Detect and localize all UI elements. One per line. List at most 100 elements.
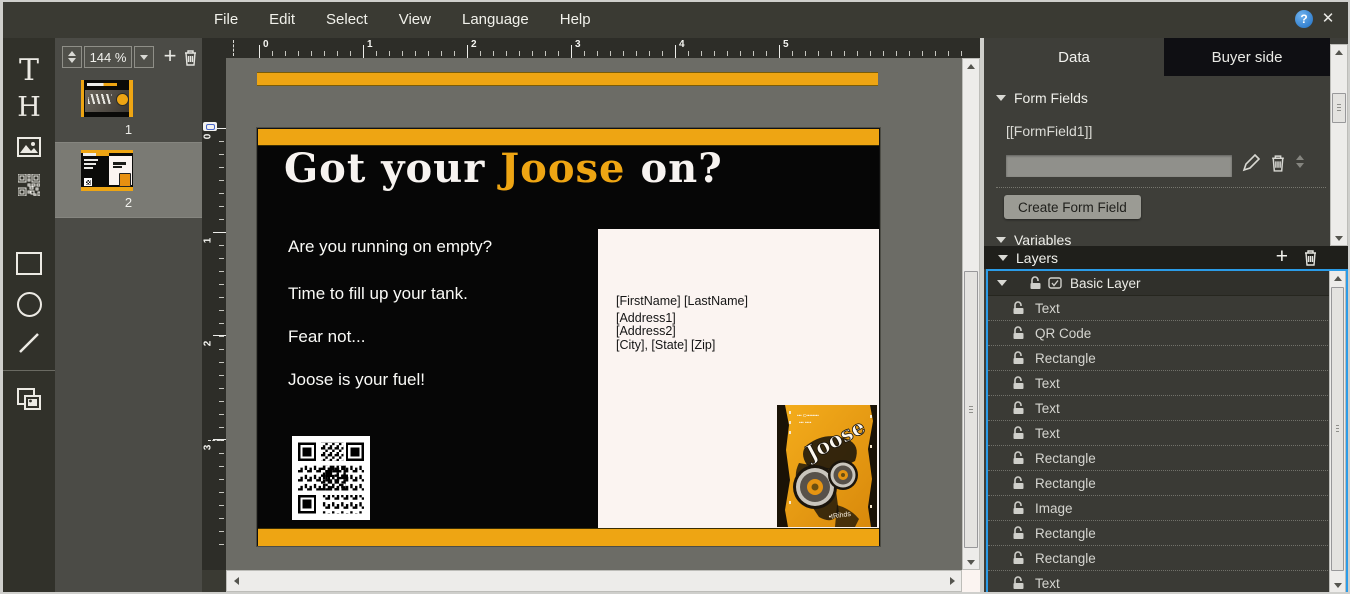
edit-field-icon[interactable] (1242, 154, 1260, 172)
layer-row[interactable]: Image (988, 496, 1346, 521)
form-fields-section-header[interactable]: Form Fields (996, 90, 1088, 106)
layer-row[interactable]: Text (988, 396, 1346, 421)
layer-row[interactable]: QR Code (988, 321, 1346, 346)
card-message-1[interactable]: Are you running on empty? (288, 237, 492, 257)
layer-row[interactable]: Rectangle (988, 446, 1346, 471)
unlock-icon (1012, 476, 1025, 490)
layer-row[interactable]: Text (988, 421, 1346, 446)
menu-edit[interactable]: Edit (269, 11, 295, 28)
pages-panel: 144 % + 1 (55, 38, 202, 592)
section-divider (996, 187, 1326, 188)
collapse-icon (996, 95, 1006, 101)
card-message-3[interactable]: Fear not... (288, 327, 365, 347)
layer-row[interactable]: Text (988, 371, 1346, 396)
collapse-icon[interactable] (997, 280, 1007, 286)
close-icon[interactable]: ✕ (1318, 9, 1338, 29)
menu-bar: File Edit Select View Language Help (0, 0, 1350, 38)
add-layer-icon[interactable]: + (1276, 246, 1288, 268)
menu-language[interactable]: Language (462, 11, 529, 28)
window-border-top (0, 0, 1350, 2)
svg-text:••• ••••: ••• •••• (799, 420, 812, 425)
text-tool-icon[interactable]: T (3, 53, 55, 87)
address-merge-block[interactable]: [FirstName] [LastName] [Address1] [Addre… (616, 295, 748, 352)
menu-select[interactable]: Select (326, 11, 368, 28)
page-thumb-2[interactable]: 2 (55, 143, 202, 218)
layer-row[interactable]: Text (988, 571, 1346, 594)
zoom-dropdown[interactable] (134, 46, 154, 68)
background-image-tool-icon[interactable] (3, 382, 55, 416)
page-thumb-1[interactable]: 1 (55, 72, 202, 143)
layers-section-header[interactable]: Layers + (984, 246, 1350, 269)
unlock-icon (1012, 426, 1025, 440)
canvas-area[interactable]: Got your Joose on? Are you running on em… (226, 58, 962, 570)
canvas-hscrollbar[interactable] (226, 570, 962, 592)
svg-text:••• C••••••••: ••• C•••••••• (797, 413, 819, 418)
collapse-icon (998, 255, 1008, 261)
heading-tool-icon[interactable]: H (3, 90, 55, 124)
collapse-icon (996, 237, 1006, 243)
layers-list: Basic Layer Text QR Code Rectangle Text … (986, 269, 1348, 594)
tool-sidebar: T H (3, 38, 56, 592)
menu-help[interactable]: Help (560, 11, 591, 28)
qr-tool-icon[interactable] (3, 168, 55, 202)
page-1-bottom-edge[interactable] (257, 72, 878, 86)
rectangle-tool-icon[interactable] (3, 246, 55, 280)
layer-visibility-checkbox[interactable] (1048, 277, 1062, 289)
help-icon[interactable]: ? (1295, 10, 1313, 28)
card-title-text[interactable]: Got your Joose on? (284, 145, 723, 192)
reorder-field-spinner[interactable] (1296, 155, 1304, 168)
unlock-icon (1012, 401, 1025, 415)
ellipse-tool-icon[interactable] (3, 287, 55, 321)
unlock-icon (1012, 526, 1025, 540)
data-panel-vscrollbar[interactable] (1330, 44, 1348, 246)
page-2-label: 2 (55, 195, 202, 210)
add-page-icon[interactable]: + (159, 46, 181, 68)
line-tool-icon[interactable] (3, 326, 55, 360)
tab-buyer-side[interactable]: Buyer side (1164, 38, 1330, 76)
zoom-level-value: 144 % (84, 46, 132, 68)
page-1-label: 1 (55, 122, 202, 137)
right-panel: Data Buyer side Form Fields [[FormField1… (984, 38, 1350, 594)
unlock-icon (1012, 301, 1025, 315)
menu-file[interactable]: File (214, 11, 238, 28)
unlock-icon (1012, 451, 1025, 465)
image-tool-icon[interactable] (3, 130, 55, 164)
layer-row[interactable]: Rectangle (988, 471, 1346, 496)
unlock-icon (1029, 276, 1042, 290)
layer-row-basic-layer[interactable]: Basic Layer (988, 271, 1346, 296)
menu-view[interactable]: View (399, 11, 431, 28)
qr-code[interactable] (292, 436, 370, 520)
form-field-token: [[FormField1]] (1006, 123, 1092, 139)
zoom-stepper[interactable] (62, 46, 82, 68)
scrollbar-corner (962, 570, 980, 592)
layer-row[interactable]: Rectangle (988, 346, 1346, 371)
tab-data[interactable]: Data (984, 38, 1164, 76)
layers-vscrollbar[interactable] (1329, 271, 1346, 592)
delete-layer-icon[interactable] (1303, 249, 1318, 266)
unlock-icon (1012, 376, 1025, 390)
toolbar-divider (3, 370, 55, 371)
page-1-thumbnail (81, 80, 133, 117)
card-top-bar-rectangle[interactable] (258, 129, 879, 146)
unlock-icon (1012, 551, 1025, 565)
form-field-input[interactable] (1006, 155, 1232, 177)
canvas-vscrollbar[interactable] (962, 58, 980, 570)
delete-page-icon[interactable] (183, 49, 198, 66)
layer-row[interactable]: Text (988, 296, 1346, 321)
vertical-ruler: 0 1 2 3 (202, 38, 226, 570)
unlock-icon (1012, 576, 1025, 590)
card-bottom-bar-rectangle[interactable] (258, 528, 879, 546)
create-form-field-button[interactable]: Create Form Field (1004, 195, 1141, 219)
unlock-icon (1012, 326, 1025, 340)
unlock-icon (1012, 351, 1025, 365)
postcard-page[interactable]: Got your Joose on? Are you running on em… (257, 128, 880, 546)
ruler-origin-handle[interactable] (203, 122, 217, 131)
product-image[interactable]: ••• C••••••••••• •••• Joose •tRihds (777, 405, 877, 527)
layer-row[interactable]: Rectangle (988, 521, 1346, 546)
card-message-2[interactable]: Time to fill up your tank. (288, 284, 468, 304)
horizontal-ruler: 0 1 2 3 4 5 (226, 38, 980, 58)
layer-row[interactable]: Rectangle (988, 546, 1346, 571)
card-message-4[interactable]: Joose is your fuel! (288, 370, 425, 390)
page-2-thumbnail (81, 150, 133, 191)
delete-field-icon[interactable] (1270, 154, 1286, 172)
